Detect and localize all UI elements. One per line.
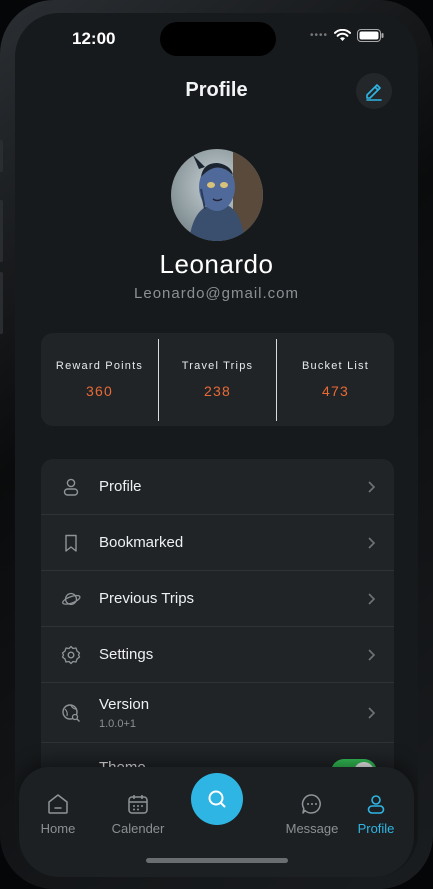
menu-item-settings[interactable]: Settings (41, 627, 394, 683)
menu-item-bookmarked[interactable]: Bookmarked (41, 515, 394, 571)
user-name: Leonardo (159, 249, 274, 279)
screen: 12:00 •••• Profile Leonardo Leonardo@gma… (15, 13, 418, 877)
tab-label: Profile (357, 821, 395, 836)
search-fab-button[interactable] (191, 773, 243, 825)
volume-down-button (0, 272, 3, 334)
menu-item-label: Version (99, 695, 150, 713)
status-time: 12:00 (72, 29, 116, 48)
stat-label: Bucket List (301, 360, 369, 372)
wifi-icon (334, 29, 351, 41)
tab-label: Calender (111, 821, 165, 836)
stat-label: Reward Points (55, 360, 144, 372)
tab-message[interactable]: Message (277, 791, 347, 836)
menu-item-label: Profile (99, 478, 142, 495)
calendar-icon (103, 791, 173, 817)
menu-item-label: Bookmarked (99, 534, 184, 551)
volume-up-button (0, 200, 3, 262)
user-email: Leonardo@gmail.com (134, 285, 299, 302)
battery-icon (357, 29, 384, 42)
menu-item-label: Settings (99, 646, 154, 663)
tab-profile[interactable]: Profile (341, 791, 411, 836)
stat-reward-points: Reward Points 360 (41, 360, 158, 399)
chevron-right-icon (368, 706, 376, 719)
stat-travel-trips: Travel Trips 238 (159, 360, 276, 399)
chevron-right-icon (368, 648, 376, 661)
tab-calender[interactable]: Calender (103, 791, 173, 836)
version-number: 1.0.0+1 (99, 717, 137, 730)
stat-bucket-list: Bucket List 473 (277, 360, 394, 399)
chevron-right-icon (368, 480, 376, 493)
chevron-right-icon (368, 536, 376, 549)
chat-icon (277, 791, 347, 817)
tab-home[interactable]: Home (23, 791, 93, 836)
menu-item-profile[interactable]: Profile (41, 459, 394, 515)
stat-value: 360 (86, 383, 113, 399)
search-icon (208, 790, 226, 808)
chevron-right-icon (368, 592, 376, 605)
avatar[interactable] (171, 149, 263, 241)
user-icon (61, 477, 81, 497)
gear-icon (61, 645, 81, 665)
dynamic-island (160, 22, 276, 56)
globe-search-icon (61, 703, 81, 723)
side-button (0, 140, 3, 172)
pencil-icon (366, 84, 382, 101)
menu-item-version[interactable]: Version 1.0.0+1 (41, 683, 394, 743)
edit-profile-button[interactable] (356, 73, 392, 109)
user-icon (341, 791, 411, 817)
stat-value: 238 (204, 383, 231, 399)
settings-menu: Profile Bookmarked Previous Trips Settin… (41, 459, 394, 789)
home-indicator (146, 858, 288, 863)
menu-item-previous-trips[interactable]: Previous Trips (41, 571, 394, 627)
status-icons: •••• (310, 29, 384, 42)
home-icon (23, 791, 93, 817)
planet-icon (61, 589, 81, 609)
stat-label: Travel Trips (181, 360, 254, 372)
bookmark-icon (61, 533, 81, 553)
stats-card: Reward Points 360 Travel Trips 238 Bucke… (41, 333, 394, 426)
signal-icon: •••• (309, 30, 328, 41)
stat-value: 473 (322, 383, 349, 399)
tab-label: Home (40, 821, 76, 836)
menu-item-label: Previous Trips (99, 590, 195, 607)
tab-label: Message (285, 821, 339, 836)
